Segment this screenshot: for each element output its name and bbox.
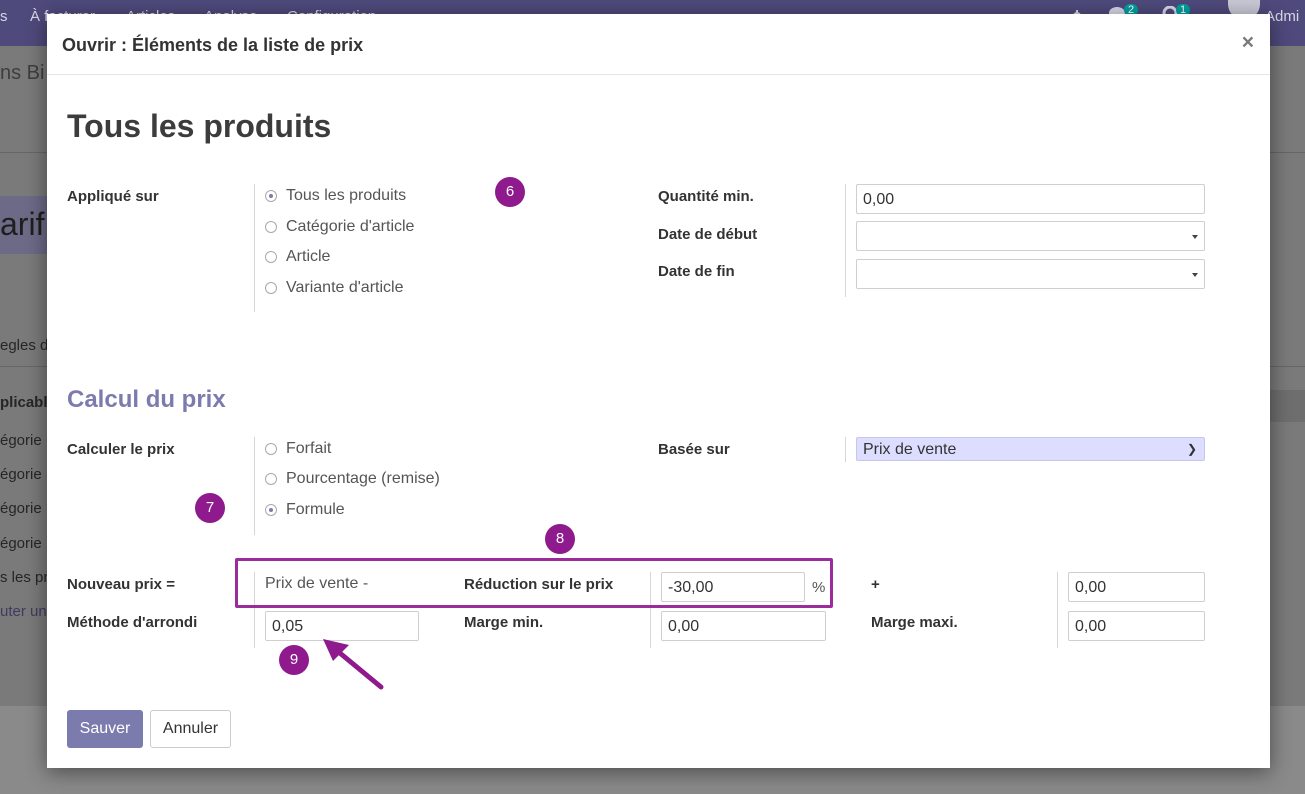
radio-label: Pourcentage (remise)	[286, 470, 440, 487]
max-margin-input[interactable]: 0,00	[1068, 611, 1205, 641]
radio-icon[interactable]	[265, 221, 277, 233]
based-on-value: Prix de vente	[863, 441, 957, 458]
divider	[845, 184, 846, 297]
radio-compute-percentage[interactable]: Pourcentage (remise)	[265, 470, 440, 488]
table-row[interactable]: égorie	[0, 466, 42, 483]
date-start-input[interactable]	[856, 221, 1205, 251]
user-name[interactable]: Admi	[1265, 8, 1299, 25]
highlight-box-formula	[235, 558, 833, 608]
save-button[interactable]: Sauver	[67, 710, 143, 748]
caret-down-icon[interactable]	[1192, 235, 1198, 239]
applied-on-label: Appliqué sur	[67, 188, 159, 205]
radio-applied-category[interactable]: Catégorie d'article	[265, 218, 414, 236]
radio-icon[interactable]	[265, 251, 277, 263]
dialog-title: Ouvrir : Éléments de la liste de prix	[62, 35, 364, 55]
radio-icon[interactable]	[265, 473, 277, 485]
divider	[254, 184, 255, 312]
pricelist-item-dialog: Ouvrir : Éléments de la liste de prix × …	[47, 14, 1270, 768]
tab-label[interactable]: egles d	[0, 337, 48, 354]
table-row[interactable]: égorie	[0, 535, 42, 552]
new-price-label: Nouveau prix =	[67, 576, 175, 593]
radio-label: Formule	[286, 501, 345, 518]
dialog-header: Ouvrir : Éléments de la liste de prix ×	[47, 14, 1270, 75]
date-start-label: Date de début	[658, 226, 758, 243]
radio-applied-variant[interactable]: Variante d'article	[265, 279, 403, 297]
menu-item[interactable]: s	[0, 8, 8, 25]
divider	[254, 437, 255, 535]
radio-checked-icon[interactable]	[265, 190, 277, 202]
product-title: Tous les produits	[67, 108, 332, 144]
surcharge-input[interactable]: 0,00	[1068, 572, 1205, 602]
table-row[interactable]: s les pr	[0, 569, 48, 586]
divider	[845, 437, 846, 462]
radio-applied-article[interactable]: Article	[265, 248, 330, 266]
radio-label: Catégorie d'article	[286, 218, 415, 235]
radio-label: Variante d'article	[286, 279, 404, 296]
plus-sign: +	[871, 576, 880, 593]
annotation-badge-8: 8	[545, 524, 575, 554]
max-margin-label: Marge maxi.	[871, 614, 958, 631]
radio-icon[interactable]	[265, 282, 277, 294]
breadcrumb: ns Bi	[0, 62, 45, 84]
radio-compute-formula[interactable]: Formule	[265, 501, 345, 519]
annotation-badge-9: 9	[279, 645, 309, 675]
radio-label: Forfait	[286, 440, 332, 457]
caret-down-icon[interactable]	[1192, 273, 1198, 277]
radio-compute-fixed[interactable]: Forfait	[265, 440, 331, 458]
min-qty-label: Quantité min.	[658, 188, 754, 205]
min-margin-label: Marge min.	[464, 614, 544, 631]
cancel-button[interactable]: Annuler	[150, 710, 231, 748]
min-qty-input[interactable]: 0,00	[856, 184, 1205, 214]
date-end-input[interactable]	[856, 259, 1205, 289]
based-on-label: Basée sur	[658, 441, 730, 458]
table-row[interactable]: égorie	[0, 432, 42, 449]
min-margin-input[interactable]: 0,00	[661, 611, 826, 641]
annotation-badge-7: 7	[195, 493, 225, 523]
compute-price-label: Calculer le prix	[67, 441, 175, 458]
table-row[interactable]: égorie	[0, 500, 42, 517]
radio-checked-icon[interactable]	[265, 504, 277, 516]
radio-label: Article	[286, 248, 331, 265]
date-end-label: Date de fin	[658, 263, 735, 280]
based-on-select[interactable]: Prix de vente ❯	[856, 437, 1205, 461]
radio-applied-all-products[interactable]: Tous les produits	[265, 187, 406, 205]
section-title: Calcul du prix	[67, 386, 226, 413]
arrow-icon	[323, 639, 384, 690]
rounding-label: Méthode d'arrondi	[67, 614, 198, 631]
column-header-extension	[1270, 390, 1305, 422]
radio-label: Tous les produits	[286, 187, 407, 204]
divider	[1057, 572, 1058, 648]
chevron-down-icon[interactable]: ❯	[1187, 442, 1197, 456]
radio-icon[interactable]	[265, 443, 277, 455]
close-icon[interactable]: ×	[1242, 31, 1254, 55]
annotation-badge-6: 6	[495, 177, 525, 207]
